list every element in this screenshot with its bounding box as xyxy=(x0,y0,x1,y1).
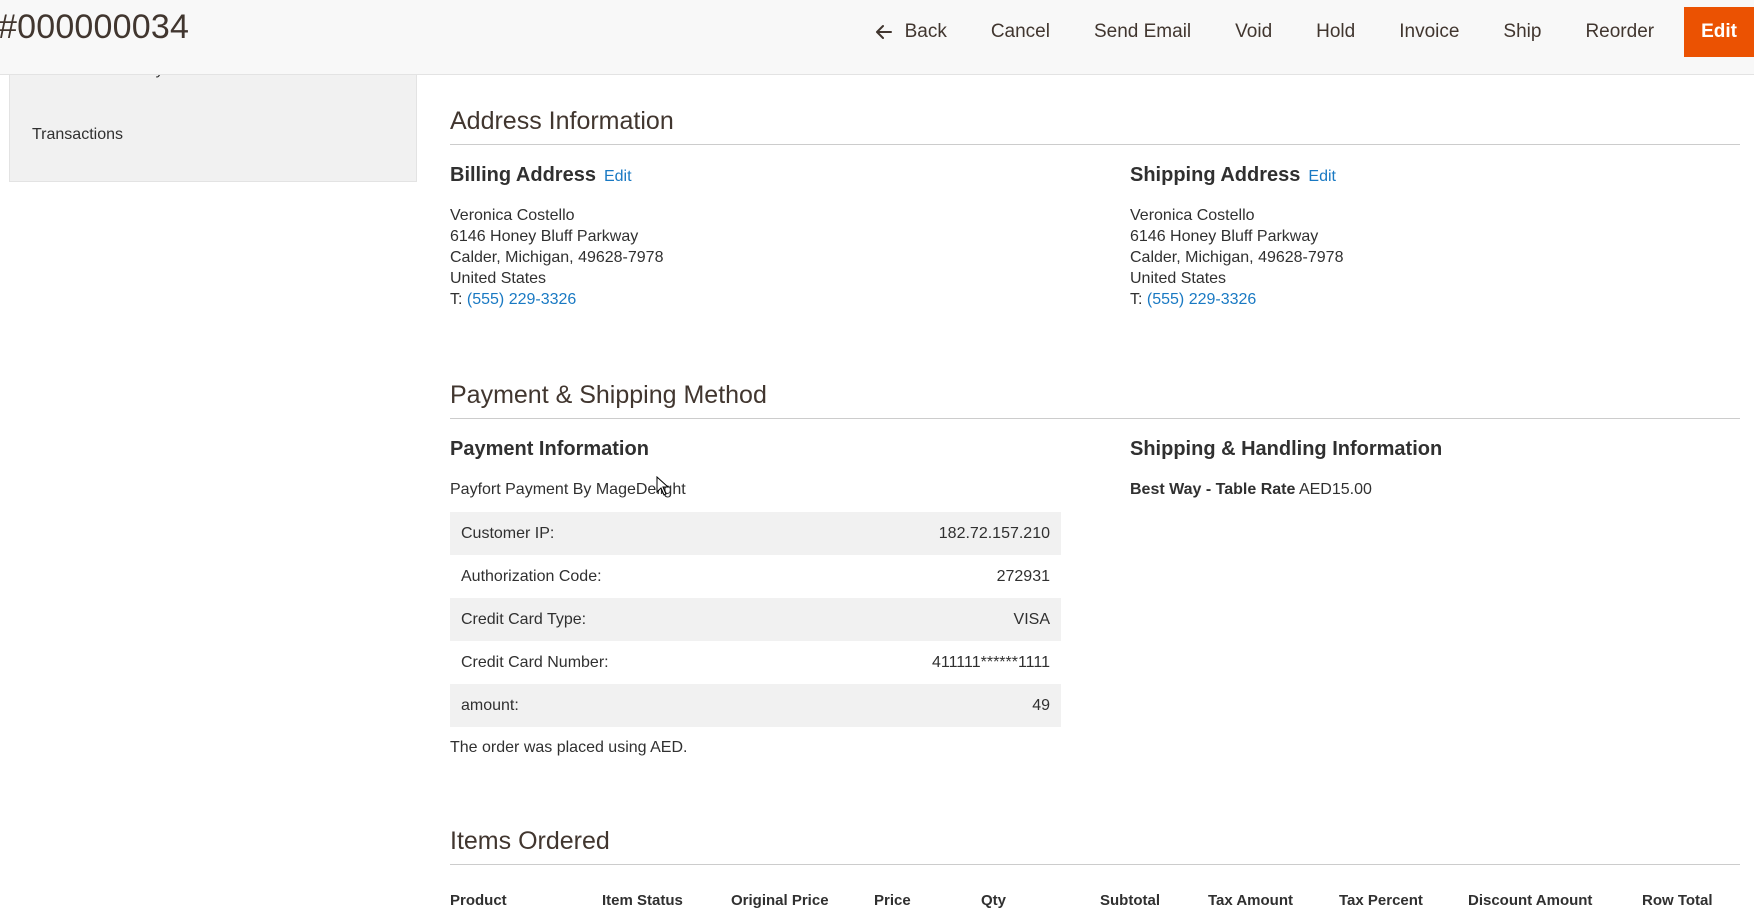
column-header-discount-amount: Discount Amount xyxy=(1468,892,1593,908)
billing-street: 6146 Honey Bluff Parkway xyxy=(450,228,639,245)
shipping-method-name: Best Way - Table Rate xyxy=(1130,481,1296,498)
sidebar-item-transactions[interactable]: Transactions xyxy=(32,126,123,144)
void-button[interactable]: Void xyxy=(1213,7,1294,57)
page-actions-toolbar: Back Cancel Send Email Void Hold Invoice… xyxy=(853,7,1754,57)
reorder-button[interactable]: Reorder xyxy=(1563,7,1676,57)
column-header-row-total: Row Total xyxy=(1642,892,1713,908)
shipping-street: 6146 Honey Bluff Parkway xyxy=(1130,228,1319,245)
payment-details-table: Customer IP: 182.72.157.210 Authorizatio… xyxy=(450,512,1061,727)
shipping-phone-prefix: T: xyxy=(1130,291,1147,308)
payment-detail-value: 182.72.157.210 xyxy=(784,512,1061,555)
ship-button[interactable]: Ship xyxy=(1481,7,1563,57)
shipping-phone-line: T: (555) 229-3326 xyxy=(1130,289,1343,310)
column-header-tax-percent: Tax Percent xyxy=(1339,892,1423,908)
table-row: Credit Card Number: 411111******1111 xyxy=(450,641,1061,684)
table-row: amount: 49 xyxy=(450,684,1061,727)
payment-detail-label: amount: xyxy=(450,684,785,727)
payment-detail-label: Customer IP: xyxy=(450,512,785,555)
billing-city-line: Calder, Michigan, 49628-7978 xyxy=(450,249,664,266)
hold-button[interactable]: Hold xyxy=(1294,7,1377,57)
payment-shipping-title: Payment & Shipping Method xyxy=(450,381,1740,419)
address-information-title: Address Information xyxy=(450,107,1740,145)
shipping-country: United States xyxy=(1130,270,1227,287)
items-ordered-title: Items Ordered xyxy=(450,827,1740,865)
billing-phone-link[interactable]: (555) 229-3326 xyxy=(467,291,576,308)
billing-phone-prefix: T: xyxy=(450,291,467,308)
shipping-city-line: Calder, Michigan, 49628-7978 xyxy=(1130,249,1344,266)
billing-phone-line: T: (555) 229-3326 xyxy=(450,289,663,310)
payment-detail-value: 272931 xyxy=(996,567,1050,585)
shipping-address-heading: Shipping Address Edit xyxy=(1130,164,1336,187)
table-row: Customer IP: 182.72.157.210 xyxy=(450,512,1061,555)
billing-address-label: Billing Address xyxy=(450,164,596,186)
cancel-button[interactable]: Cancel xyxy=(969,7,1072,57)
shipping-method-price: AED15.00 xyxy=(1298,481,1372,498)
back-button-label: Back xyxy=(904,21,947,42)
column-header-original-price: Original Price xyxy=(731,892,829,908)
payment-detail-label: Credit Card Type: xyxy=(450,598,785,641)
column-header-qty: Qty xyxy=(981,892,1007,908)
shipping-address-block: Veronica Costello 6146 Honey Bluff Parkw… xyxy=(1130,205,1343,310)
currency-note: The order was placed using AED. xyxy=(450,739,688,756)
column-header-subtotal: Subtotal xyxy=(1100,892,1160,908)
payment-detail-value: 49 xyxy=(784,684,1061,727)
table-row: Credit Card Type: VISA xyxy=(450,598,1061,641)
shipping-address-label: Shipping Address xyxy=(1130,164,1301,186)
shipping-method-line: Best Way - Table Rate AED15.00 xyxy=(1130,481,1372,499)
payment-information-heading: Payment Information xyxy=(450,438,649,460)
billing-address-edit-link[interactable]: Edit xyxy=(604,168,632,185)
column-header-item-status: Item Status xyxy=(602,892,683,908)
mouse-cursor-icon xyxy=(656,476,670,496)
shipping-name: Veronica Costello xyxy=(1130,207,1255,224)
page-header: #000000034 Back Cancel Send Email Void H… xyxy=(0,0,1754,75)
payment-detail-label: Credit Card Number: xyxy=(461,653,609,671)
edit-order-button[interactable]: Edit xyxy=(1684,7,1754,57)
payment-detail-value: 411111******1111 xyxy=(931,653,1050,671)
column-header-price: Price xyxy=(874,892,911,908)
payment-detail-value: VISA xyxy=(784,598,1061,641)
page-title: #000000034 xyxy=(0,8,190,46)
arrow-left-icon xyxy=(875,25,892,39)
table-row: Authorization Code: 272931 xyxy=(450,555,1061,598)
shipping-address-edit-link[interactable]: Edit xyxy=(1308,168,1336,185)
payment-method-name: Payfort Payment By MageDelight xyxy=(450,481,686,498)
payment-detail-label: Authorization Code: xyxy=(461,567,602,585)
billing-country: United States xyxy=(450,270,547,287)
billing-address-heading: Billing Address Edit xyxy=(450,164,632,187)
invoice-button[interactable]: Invoice xyxy=(1377,7,1481,57)
back-button[interactable]: Back xyxy=(853,7,969,57)
shipping-phone-link[interactable]: (555) 229-3326 xyxy=(1147,291,1256,308)
shipping-handling-heading: Shipping & Handling Information xyxy=(1130,438,1443,460)
billing-address-block: Veronica Costello 6146 Honey Bluff Parkw… xyxy=(450,205,663,310)
send-email-button[interactable]: Send Email xyxy=(1072,7,1213,57)
column-header-product: Product xyxy=(450,892,507,908)
column-header-tax-amount: Tax Amount xyxy=(1208,892,1293,908)
billing-name: Veronica Costello xyxy=(450,207,575,224)
